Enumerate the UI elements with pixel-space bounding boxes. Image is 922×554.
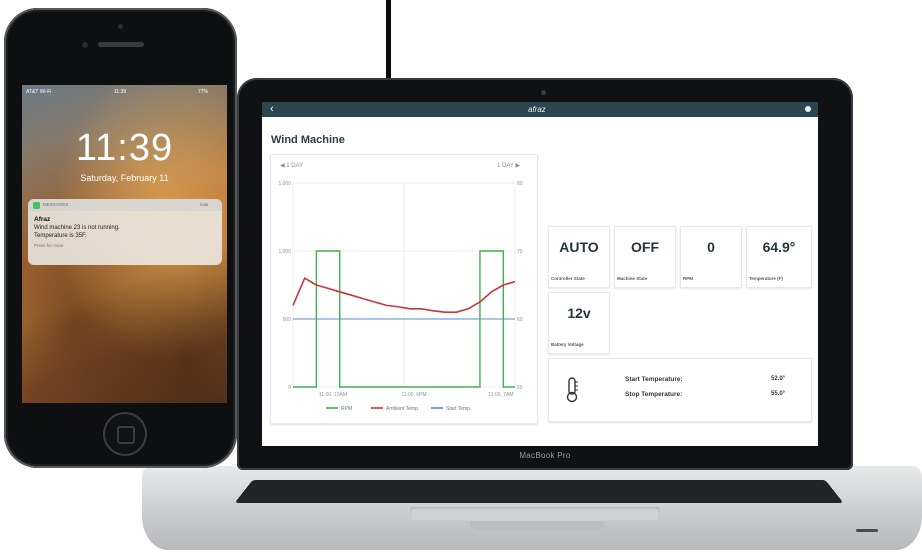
lock-screen-date: Saturday, February 11 — [80, 173, 169, 183]
phone-sensor — [118, 24, 123, 29]
tile-value: 64.9° — [762, 239, 796, 255]
y-right-tick-label: 50 — [517, 385, 523, 391]
start-temperature-value: 52.0° — [771, 376, 786, 382]
chart-card: ◀ 1 DAY 1 DAY ▶ 1,000 1,000 500 0 80 70 60 50 11… — [270, 154, 538, 424]
tile-value: AUTO — [559, 239, 599, 255]
start-temperature-label: Start Temperature: — [625, 376, 683, 383]
tile-label: RPM — [683, 276, 693, 281]
y-left-tick-label: 500 — [283, 317, 292, 323]
app-logo: afraz — [528, 105, 546, 114]
y-right-tick-label: 80 — [517, 181, 523, 187]
camera-icon — [541, 90, 546, 95]
laptop-brand-label: MacBook Pro — [519, 451, 571, 460]
stop-temperature-value: 55.0° — [771, 391, 786, 397]
phone-speaker — [98, 42, 144, 47]
y-left-tick-label: 0 — [288, 385, 291, 391]
battery-label: 77% — [198, 89, 209, 95]
carrier-label: AT&T Wi-Fi — [26, 89, 52, 95]
page-title: Wind Machine — [271, 134, 345, 146]
tile-machine-state: OFF Machine State — [614, 226, 676, 288]
x-tick-label: 11:00, 6PM — [401, 392, 426, 398]
x-tick-label: 11:00, 10AM — [319, 392, 347, 398]
settings-icon[interactable] — [805, 106, 811, 112]
notification-time: now — [200, 202, 209, 207]
notification-body-line: Temperature is 35F. — [34, 233, 87, 239]
chart-grid — [292, 182, 516, 388]
lock-screen-time: 11:39 — [75, 127, 174, 169]
messages-app-icon — [33, 202, 40, 209]
tile-label: Controller State — [551, 276, 585, 281]
tile-value: OFF — [631, 239, 659, 255]
tile-value: 12v — [567, 305, 591, 321]
y-right-tick-label: 70 — [517, 249, 523, 255]
tile-battery-voltage: 12v Battery Voltage — [548, 292, 610, 354]
legend-label: Start Temp — [446, 406, 470, 412]
laptop-trackpad — [410, 507, 660, 521]
y-left-tick-label: 1,000 — [278, 249, 291, 255]
x-tick-label: 11:00, 7AM — [488, 392, 513, 398]
laptop-keyboard — [234, 479, 844, 503]
notification-app-name: MESSAGES — [43, 202, 69, 207]
tile-controller-state: AUTO Controller State — [548, 226, 610, 288]
temperature-settings-card: Start Temperature: 52.0° Stop Temperatur… — [548, 358, 812, 422]
legend-label: Ambient Temp — [386, 406, 418, 412]
tile-label: Temperature (F) — [749, 276, 783, 281]
home-square-icon — [117, 426, 135, 444]
legend-label: RPM — [341, 406, 352, 412]
notification-card[interactable]: MESSAGES now Afraz Wind machine 23 is no… — [28, 199, 222, 265]
chart-ticks: 1,000 1,000 500 0 80 70 60 50 11:00, 10AM 11:00, … — [278, 181, 522, 398]
hanging-cable — [386, 0, 391, 80]
app-header-bar: ‹ afraz — [262, 102, 818, 117]
front-camera-icon — [82, 42, 88, 48]
y-right-tick-label: 60 — [517, 317, 523, 323]
phone-status-bar: AT&T Wi-Fi 11:39 77% — [22, 88, 227, 97]
y-left-tick-label: 1,000 — [278, 181, 291, 187]
status-time: 11:39 — [114, 89, 127, 95]
laptop-screen: ‹ afraz Wind Machine ◀ 1 DAY 1 DAY ▶ 1,0… — [262, 102, 818, 446]
phone-lock-screen: AT&T Wi-Fi 11:39 77% 11:39 Saturday, Feb… — [22, 85, 227, 403]
line-chart: 1,000 1,000 500 0 80 70 60 50 11:00, 10AM 11:00, … — [278, 181, 522, 412]
tile-label: Battery Voltage — [551, 342, 584, 347]
notification-title: Afraz — [34, 216, 51, 223]
tile-label: Machine State — [617, 276, 648, 281]
chart-legend: RPM Ambient Temp Start Temp — [326, 406, 470, 412]
notification-body-line: Wind machine 23 is not running. — [34, 225, 120, 231]
laptop-front-notch — [470, 521, 605, 530]
power-indicator — [856, 529, 878, 532]
notification-more-hint: Press for more — [34, 243, 64, 248]
tile-temperature: 64.9° Temperature (F) — [746, 226, 812, 288]
tile-rpm: 0 RPM — [680, 226, 742, 288]
back-icon[interactable]: ‹ — [270, 103, 274, 115]
stop-temperature-label: Stop Temperature: — [625, 391, 683, 398]
tile-value: 0 — [707, 239, 715, 255]
thermometer-icon — [566, 377, 578, 403]
